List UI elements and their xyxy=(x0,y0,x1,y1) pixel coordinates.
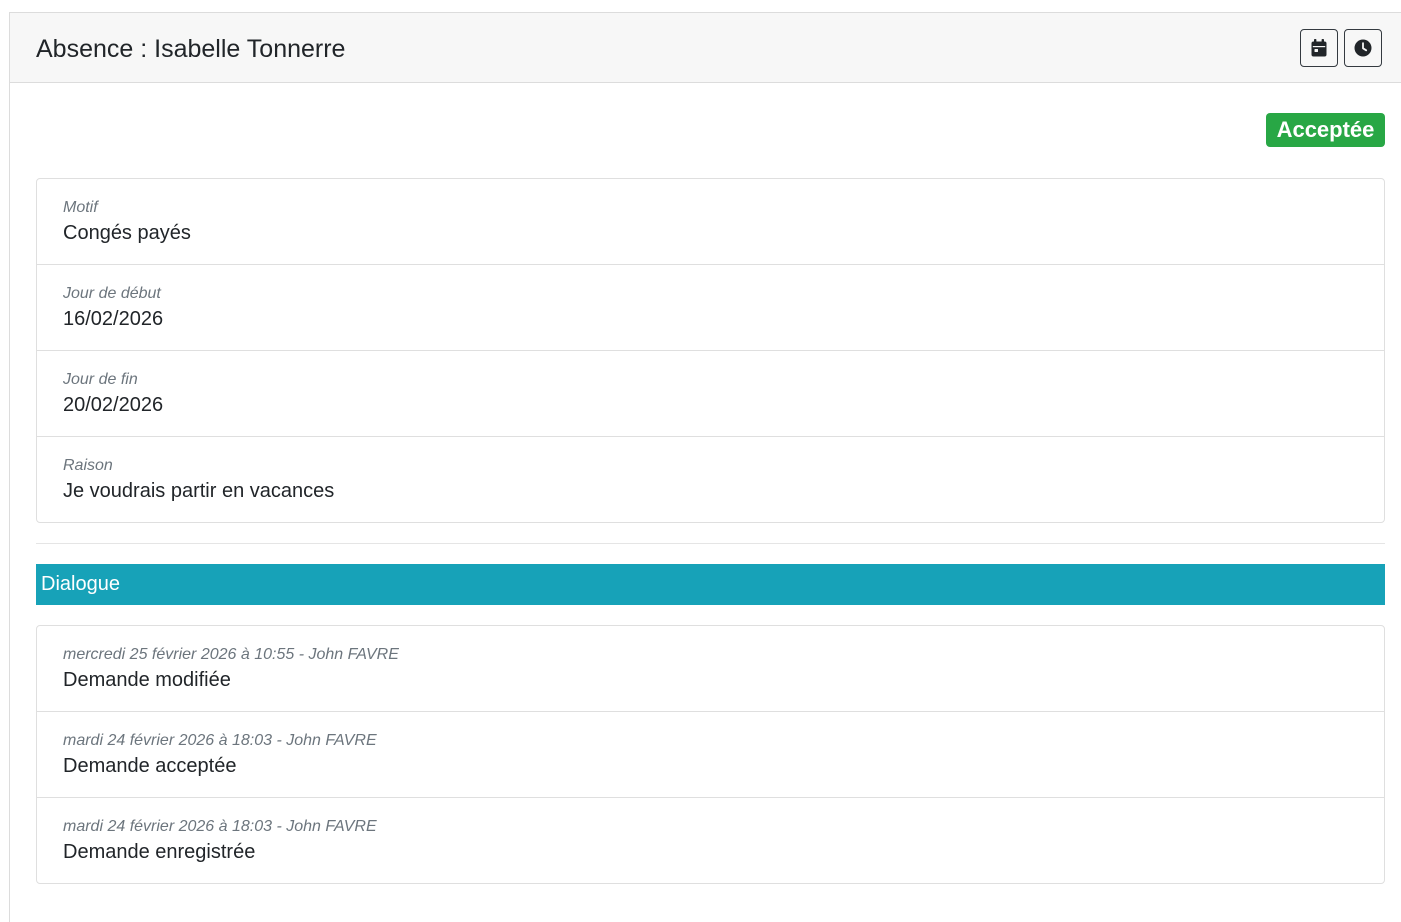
card-header: Absence : Isabelle Tonnerre xyxy=(10,13,1401,83)
detail-start-date: Jour de début 16/02/2026 xyxy=(37,265,1384,351)
detail-label: Motif xyxy=(63,199,98,216)
details-list: Motif Congés payés Jour de début 16/02/2… xyxy=(36,178,1385,523)
page-title: Absence : Isabelle Tonnerre xyxy=(36,35,346,63)
detail-reason: Raison Je voudrais partir en vacances xyxy=(37,437,1384,522)
detail-label: Raison xyxy=(63,457,113,474)
dialogue-list: mercredi 25 février 2026 à 10:55 - John … xyxy=(36,625,1385,884)
dialogue-meta: mardi 24 février 2026 à 18:03 - John FAV… xyxy=(63,818,377,835)
dialogue-text: Demande acceptée xyxy=(63,755,237,777)
dialogue-entry: mercredi 25 février 2026 à 10:55 - John … xyxy=(37,626,1384,712)
calendar-button[interactable] xyxy=(1300,29,1338,67)
dialogue-text: Demande modifiée xyxy=(63,669,231,691)
detail-label: Jour de début xyxy=(63,285,161,302)
detail-motif: Motif Congés payés xyxy=(37,179,1384,265)
dialogue-text: Demande enregistrée xyxy=(63,841,256,863)
status-badge: Acceptée xyxy=(1266,113,1385,147)
dialogue-meta: mercredi 25 février 2026 à 10:55 - John … xyxy=(63,646,399,663)
detail-end-date: Jour de fin 20/02/2026 xyxy=(37,351,1384,437)
detail-value: 20/02/2026 xyxy=(63,394,164,416)
clock-icon xyxy=(1354,39,1372,57)
detail-value: 16/02/2026 xyxy=(63,308,164,330)
dialogue-entry: mardi 24 février 2026 à 18:03 - John FAV… xyxy=(37,798,1384,883)
divider xyxy=(36,543,1385,544)
dialogue-header: Dialogue xyxy=(36,564,1385,605)
absence-card: Absence : Isabelle Tonnerre Acceptée Mot… xyxy=(9,12,1401,922)
detail-value: Je voudrais partir en vacances xyxy=(63,480,335,502)
dialogue-meta: mardi 24 février 2026 à 18:03 - John FAV… xyxy=(63,732,377,749)
calendar-icon xyxy=(1311,39,1327,57)
history-button[interactable] xyxy=(1344,29,1382,67)
detail-label: Jour de fin xyxy=(63,371,138,388)
detail-value: Congés payés xyxy=(63,222,191,244)
dialogue-entry: mardi 24 février 2026 à 18:03 - John FAV… xyxy=(37,712,1384,798)
